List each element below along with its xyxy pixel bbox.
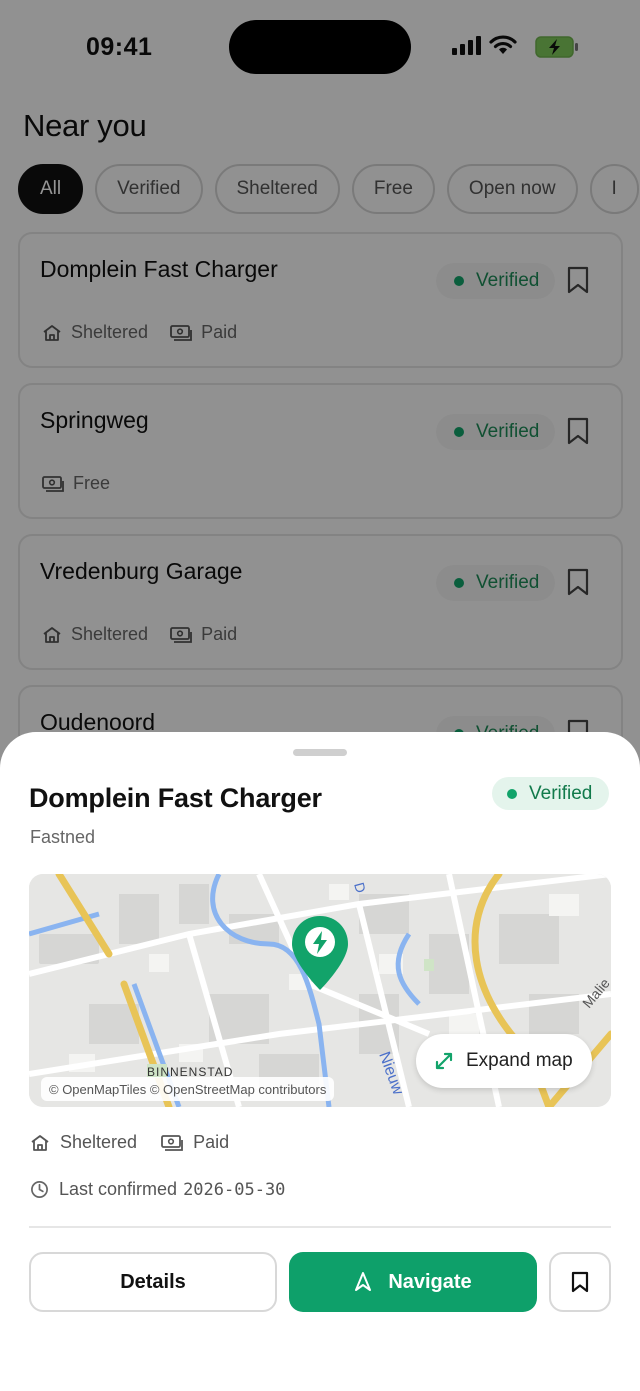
last-confirmed: Last confirmed 2026-05-30 bbox=[30, 1179, 285, 1200]
last-confirmed-label: Last confirmed bbox=[59, 1179, 178, 1199]
charger-attributes: Sheltered Paid bbox=[30, 1132, 253, 1153]
last-confirmed-date: 2026-05-30 bbox=[183, 1179, 286, 1200]
cash-icon bbox=[161, 1134, 183, 1151]
save-bookmark-button[interactable] bbox=[549, 1252, 611, 1312]
details-label: Details bbox=[120, 1270, 186, 1293]
charger-location-pin-icon bbox=[292, 916, 348, 990]
operator-name: Fastned bbox=[30, 827, 96, 847]
divider bbox=[29, 1226, 611, 1228]
sheet-drag-handle[interactable] bbox=[293, 749, 347, 756]
map-attribution: © OpenMapTiles © OpenStreetMap contribut… bbox=[41, 1077, 335, 1101]
navigation-arrow-icon bbox=[355, 1272, 372, 1291]
shelter-label: Sheltered bbox=[60, 1132, 138, 1152]
details-button[interactable]: Details bbox=[29, 1252, 277, 1312]
navigate-label: Navigate bbox=[388, 1270, 472, 1293]
sheet-title: Domplein Fast Charger bbox=[29, 783, 322, 813]
expand-map-label: Expand map bbox=[466, 1050, 573, 1071]
bookmark-icon bbox=[571, 1271, 589, 1293]
location-map[interactable]: BINNENSTAD Nieuw Malie D © OpenMapTiles … bbox=[29, 874, 611, 1107]
meta-sheltered: Sheltered bbox=[30, 1132, 137, 1153]
status-dot bbox=[507, 788, 517, 799]
payment-label: Paid bbox=[193, 1132, 230, 1152]
navigate-button[interactable]: Navigate bbox=[289, 1252, 537, 1312]
clock-icon bbox=[31, 1181, 48, 1198]
house-icon bbox=[31, 1134, 49, 1151]
charger-detail-sheet: Domplein Fast Charger Fastned Verified B… bbox=[0, 732, 640, 1391]
expand-map-button[interactable]: Expand map bbox=[416, 1034, 592, 1088]
verified-label: Verified bbox=[529, 782, 593, 804]
expand-icon bbox=[435, 1052, 453, 1070]
verified-badge: Verified bbox=[492, 777, 610, 810]
meta-payment: Paid bbox=[161, 1132, 229, 1153]
